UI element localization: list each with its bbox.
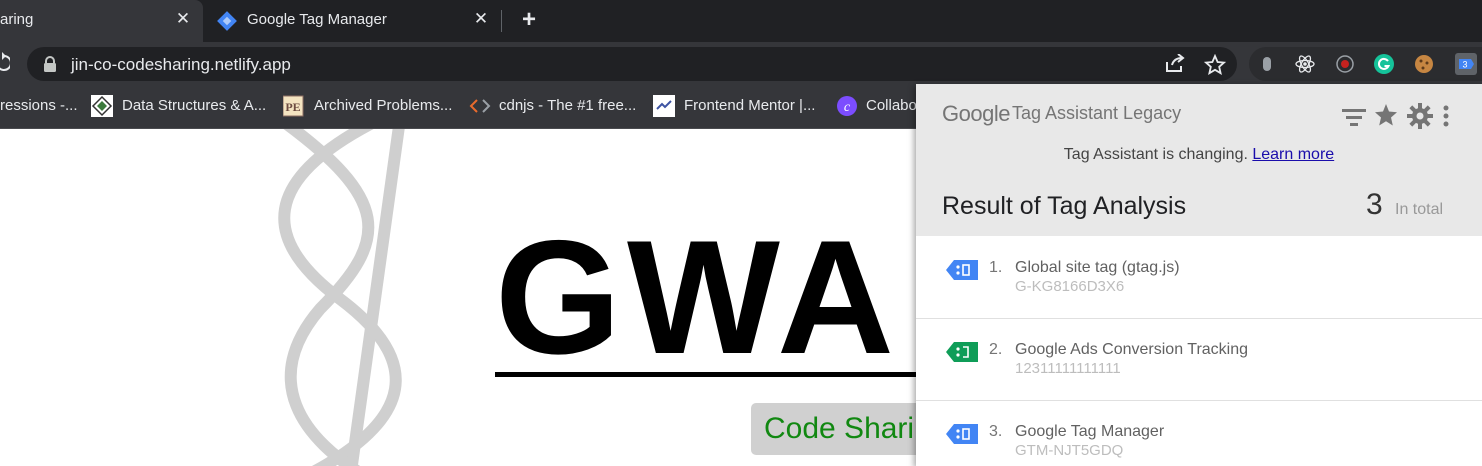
cdnjs-favicon-icon — [469, 99, 491, 113]
tag-assistant-extension-icon[interactable]: 3 — [1455, 53, 1477, 75]
frontend-mentor-favicon-icon — [653, 95, 675, 117]
tab-strip: aring ✕ Google Tag Manager ✕ + — [0, 0, 1482, 42]
tag-row[interactable]: 2. Google Ads Conversion Tracking 123111… — [916, 318, 1482, 401]
archived-problems-favicon-icon: PE — [283, 95, 304, 117]
tag-row[interactable]: 1. Global site tag (gtag.js) G-KG8166D3X… — [916, 236, 1482, 319]
extensions-tray: 3 — [1249, 47, 1482, 81]
star-icon[interactable] — [1374, 103, 1398, 127]
settings-gear-icon[interactable] — [1407, 103, 1433, 129]
google-logo: Google — [942, 101, 1010, 126]
close-tab-icon[interactable]: ✕ — [173, 9, 193, 29]
star-bookmark-icon[interactable] — [1204, 54, 1226, 76]
popup-header: Google Tag Assistant Legacy Tag Assistan… — [916, 84, 1482, 236]
reload-icon[interactable] — [0, 52, 10, 72]
result-title: Result of Tag Analysis — [942, 192, 1187, 220]
bookmark-item[interactable]: cdnjs - The #1 free... — [499, 97, 636, 114]
toolbar: jin-co-codesharing.netlify.app 3 — [0, 42, 1482, 86]
data-structures-favicon-icon — [91, 95, 113, 117]
react-icon[interactable] — [1295, 54, 1315, 74]
grammarly-icon[interactable] — [1374, 54, 1394, 74]
tag-name: Google Ads Conversion Tracking — [1015, 341, 1249, 358]
total-count: 3 — [1366, 188, 1383, 221]
tag-name: Google Tag Manager — [1015, 423, 1165, 440]
filter-icon[interactable] — [1342, 107, 1366, 127]
gtm-favicon-icon — [217, 11, 237, 31]
bookmark-item[interactable]: ressions -... — [0, 97, 78, 114]
notice-banner: Tag Assistant is changing. Learn more — [916, 146, 1482, 164]
lock-icon[interactable] — [43, 56, 57, 72]
bookmark-item[interactable]: Data Structures & A... — [122, 97, 266, 114]
svg-text:PE: PE — [285, 100, 300, 114]
total-label: In total — [1395, 201, 1444, 218]
tab-title: aring — [0, 11, 34, 28]
tab-active[interactable]: aring ✕ — [0, 0, 203, 42]
tag-icon-blue — [946, 424, 978, 444]
svg-text:c: c — [844, 100, 851, 115]
new-tab-plus-icon[interactable]: + — [517, 8, 541, 32]
recorder-icon[interactable] — [1335, 54, 1355, 74]
bookmark-item[interactable]: Frontend Mentor |... — [684, 97, 815, 114]
address-bar[interactable]: jin-co-codesharing.netlify.app — [27, 47, 1237, 81]
logo-underline — [495, 372, 955, 377]
tag-icon-blue — [946, 260, 978, 280]
tag-id: GTM-NJT5GDQ — [1015, 442, 1124, 459]
tag-name: Global site tag (gtag.js) — [1015, 259, 1180, 276]
tag-icon-green — [946, 342, 978, 362]
popup-title: Tag Assistant Legacy — [1012, 103, 1182, 123]
notice-text: Tag Assistant is changing. — [1063, 146, 1248, 163]
share-icon[interactable] — [1164, 54, 1186, 74]
tab-title: Google Tag Manager — [247, 11, 387, 28]
tab-separator — [501, 10, 502, 32]
url-text[interactable]: jin-co-codesharing.netlify.app — [71, 55, 291, 75]
tag-id: G-KG8166D3X6 — [1015, 278, 1125, 295]
decorative-helix-graphic — [278, 129, 405, 466]
tag-number: 2. — [989, 341, 1003, 358]
bookmark-item[interactable]: Archived Problems... — [314, 97, 452, 114]
bookmark-item[interactable]: Collabo — [866, 97, 917, 114]
tag-id: 12311111111111 — [1015, 360, 1121, 377]
site-logo-text: GWA — [495, 207, 900, 388]
tag-assistant-popup: Google Tag Assistant Legacy Tag Assistan… — [916, 84, 1482, 466]
code-sharing-button-label: Code Sharin — [764, 412, 931, 445]
learn-more-link[interactable]: Learn more — [1252, 146, 1334, 163]
tag-number: 1. — [989, 259, 1003, 276]
extension-badge: 3 — [1462, 60, 1467, 70]
extension-gray-icon[interactable] — [1257, 54, 1277, 74]
tag-row[interactable]: 3. Google Tag Manager GTM-NJT5GDQ — [916, 400, 1482, 466]
more-vert-icon[interactable] — [1442, 105, 1450, 127]
close-tab-icon[interactable]: ✕ — [471, 9, 491, 29]
tag-number: 3. — [989, 423, 1003, 440]
collabo-favicon-icon: c — [837, 96, 857, 116]
cookie-icon[interactable] — [1414, 54, 1434, 74]
